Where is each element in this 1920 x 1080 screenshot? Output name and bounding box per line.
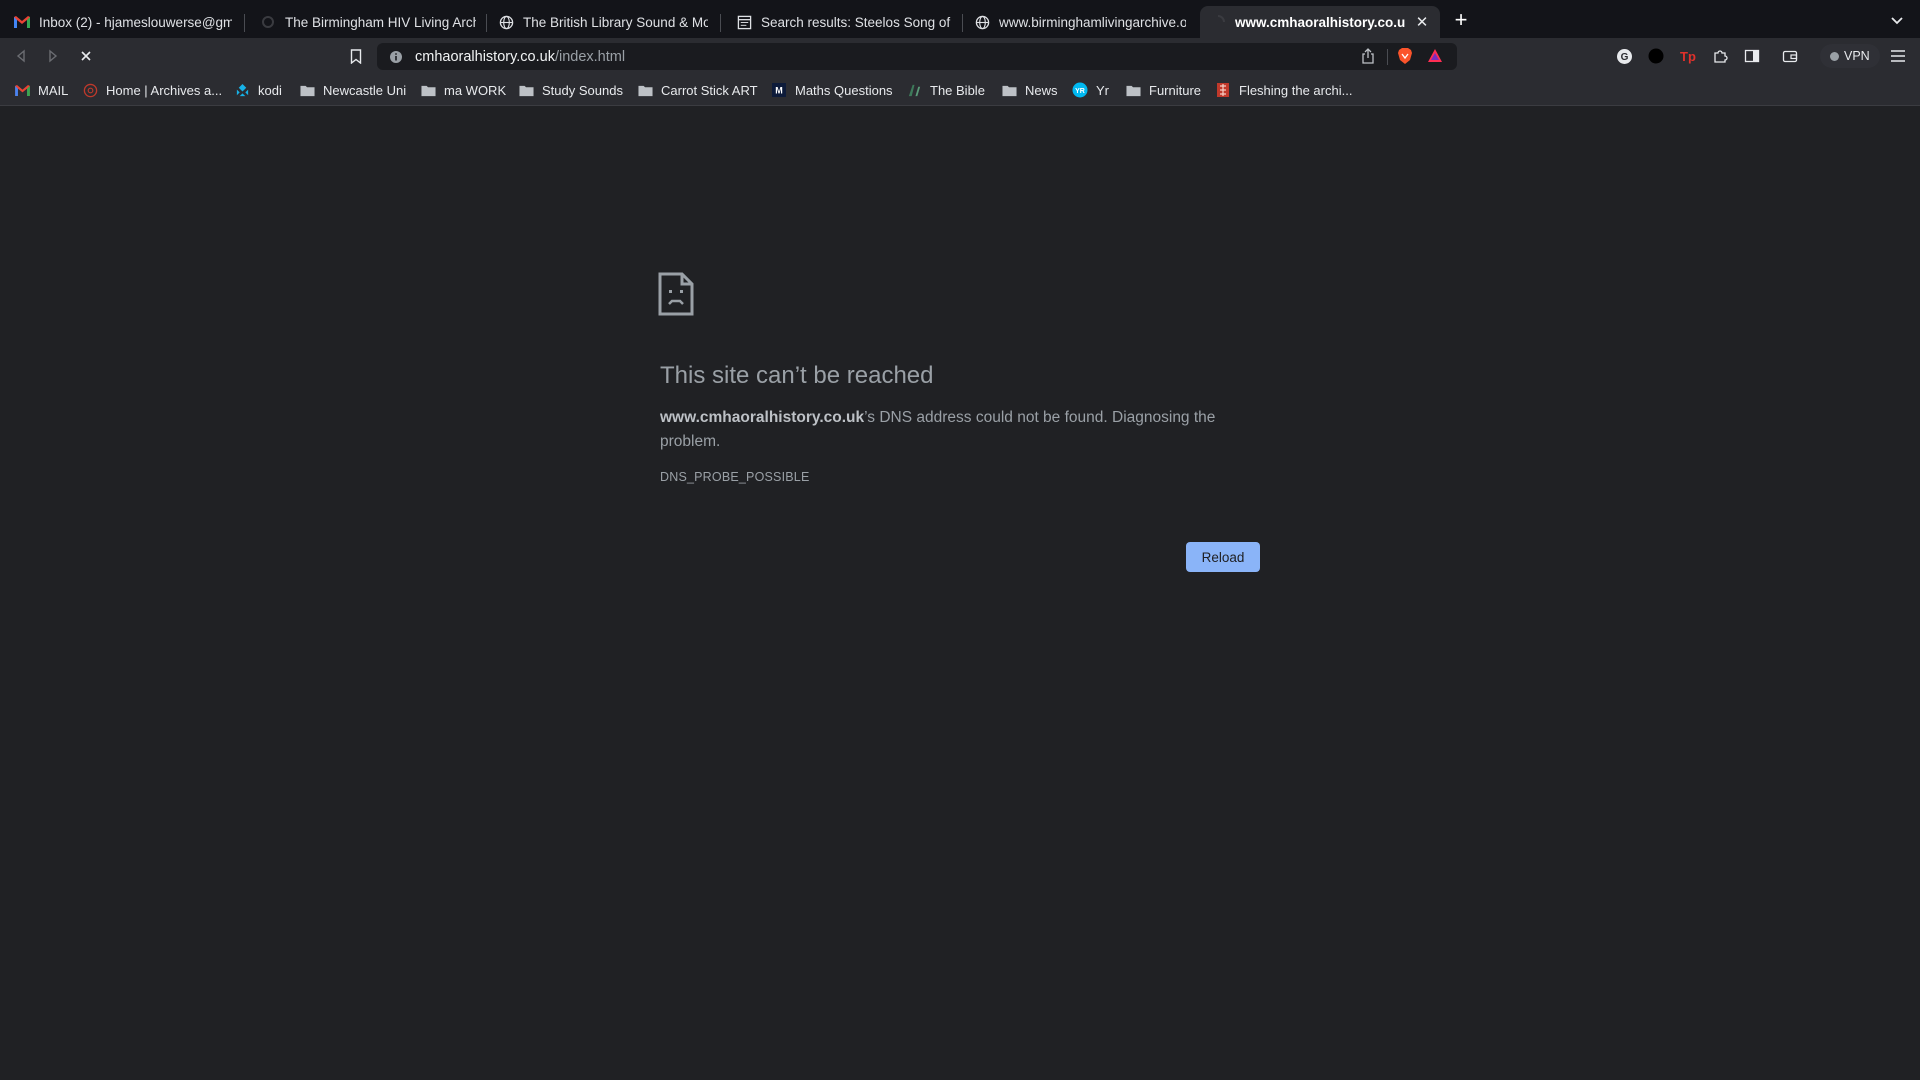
url-path: /index.html: [554, 48, 626, 65]
vpn-button[interactable]: VPN: [1820, 44, 1880, 68]
vpn-status-icon: [1830, 51, 1839, 61]
wallet-icon[interactable]: [1781, 47, 1799, 65]
globe-icon: [974, 14, 990, 30]
tab-cmhaoralhistory[interactable]: www.cmhaoralhistory.co.uk ✕: [1200, 6, 1440, 38]
back-button[interactable]: [12, 47, 30, 65]
bookmark-the-bible[interactable]: The Bible: [906, 80, 985, 100]
tab-separator: [962, 14, 963, 32]
tab-birmingham-hiv-archive[interactable]: The Birmingham HIV Living Archive: [250, 6, 486, 38]
yr-icon: YR: [1072, 82, 1088, 98]
tab-strip: Inbox (2) - hjameslouwerse@gmail.c The B…: [0, 0, 1920, 38]
folder-icon: [518, 82, 534, 98]
tab-gmail-inbox[interactable]: Inbox (2) - hjameslouwerse@gmail.c: [4, 6, 242, 38]
bookmark-yr[interactable]: YR Yr: [1072, 80, 1109, 100]
bookmark-folder-study-sounds[interactable]: Study Sounds: [518, 80, 623, 100]
gmail-icon: [14, 14, 30, 30]
grammarly-extension-icon[interactable]: G: [1615, 47, 1633, 65]
error-host: www.cmhaoralhistory.co.uk: [660, 409, 865, 426]
tab-british-library[interactable]: The British Library Sound & Moving: [488, 6, 718, 38]
share-icon[interactable]: [1361, 48, 1377, 64]
bookmark-home-archives[interactable]: Home | Archives a...: [82, 80, 222, 100]
folder-icon: [1001, 82, 1017, 98]
error-message: www.cmhaoralhistory.co.uk’s DNS address …: [660, 406, 1260, 454]
tab-search-results[interactable]: Search results: Steelos Song of Ste: [726, 6, 962, 38]
maths-icon: M: [771, 82, 787, 98]
brave-rewards-icon[interactable]: [1427, 48, 1445, 66]
bookmark-icon[interactable]: [347, 47, 365, 65]
page-icon: [736, 14, 752, 30]
address-bar[interactable]: cmhaoralhistory.co.uk/index.html: [377, 43, 1457, 70]
close-tab-icon[interactable]: ✕: [1414, 14, 1430, 31]
extension-tp-icon[interactable]: Tp: [1679, 47, 1697, 65]
bookmark-folder-carrot-stick-art[interactable]: Carrot Stick ART: [637, 80, 758, 100]
brave-shields-icon[interactable]: [1397, 47, 1415, 65]
kodi-icon: [234, 82, 250, 98]
folder-icon: [637, 82, 653, 98]
tab-separator: [244, 14, 245, 32]
svg-text:YR: YR: [1075, 88, 1085, 95]
bookmark-folder-ma-work[interactable]: ma WORK: [420, 80, 506, 100]
sidebar-toggle-icon[interactable]: [1743, 47, 1761, 65]
svg-text:M: M: [775, 86, 783, 96]
tab-separator: [720, 14, 721, 32]
folder-icon: [1125, 82, 1141, 98]
loading-icon: [1210, 14, 1226, 30]
bookmark-maths-questions[interactable]: M Maths Questions: [771, 80, 893, 100]
bookmark-fleshing-the-archive[interactable]: Fleshing the archi...: [1215, 80, 1352, 100]
new-tab-button[interactable]: +: [1451, 9, 1471, 31]
site-info-icon[interactable]: [389, 50, 403, 64]
birmingham-archive-icon: [260, 14, 276, 30]
bookmark-folder-furniture[interactable]: Furniture: [1125, 80, 1201, 100]
globe-icon: [498, 14, 514, 30]
fleshing-icon: [1215, 82, 1231, 98]
extensions-puzzle-icon[interactable]: [1711, 47, 1729, 65]
bookmark-folder-news[interactable]: News: [1001, 80, 1058, 100]
svg-text:Tp: Tp: [1680, 49, 1696, 64]
bookmarks-bar: MAIL Home | Archives a... kodi Newcastle…: [0, 74, 1920, 106]
folder-icon: [420, 82, 436, 98]
forward-button[interactable]: [44, 47, 62, 65]
url-host: cmhaoralhistory.co.uk: [415, 48, 555, 65]
tab-birmingham-living-archive[interactable]: www.birminghamlivingarchive.org.u: [964, 6, 1196, 38]
menu-hamburger-icon[interactable]: [1889, 47, 1907, 65]
tab-separator: [486, 14, 487, 32]
error-code: DNS_PROBE_POSSIBLE: [660, 470, 810, 484]
bible-icon: [906, 82, 922, 98]
folder-icon: [299, 82, 315, 98]
bookmark-folder-newcastle-uni[interactable]: Newcastle Uni: [299, 80, 406, 100]
svg-text:G: G: [1620, 52, 1628, 63]
sad-page-icon: [658, 272, 694, 316]
error-title: This site can’t be reached: [660, 362, 934, 389]
tab-search-chevron-icon[interactable]: [1889, 12, 1905, 28]
archives-icon: [82, 82, 98, 98]
browser-toolbar: cmhaoralhistory.co.uk/index.html G Tp VP…: [0, 38, 1920, 74]
gmail-icon: [14, 82, 30, 98]
bookmark-kodi[interactable]: kodi: [234, 80, 282, 100]
omnibox-divider: [1387, 49, 1388, 65]
reload-button[interactable]: Reload: [1186, 542, 1260, 572]
extension-dark-icon[interactable]: [1647, 47, 1665, 65]
stop-loading-button[interactable]: [77, 47, 95, 65]
bookmark-mail[interactable]: MAIL: [14, 80, 68, 100]
